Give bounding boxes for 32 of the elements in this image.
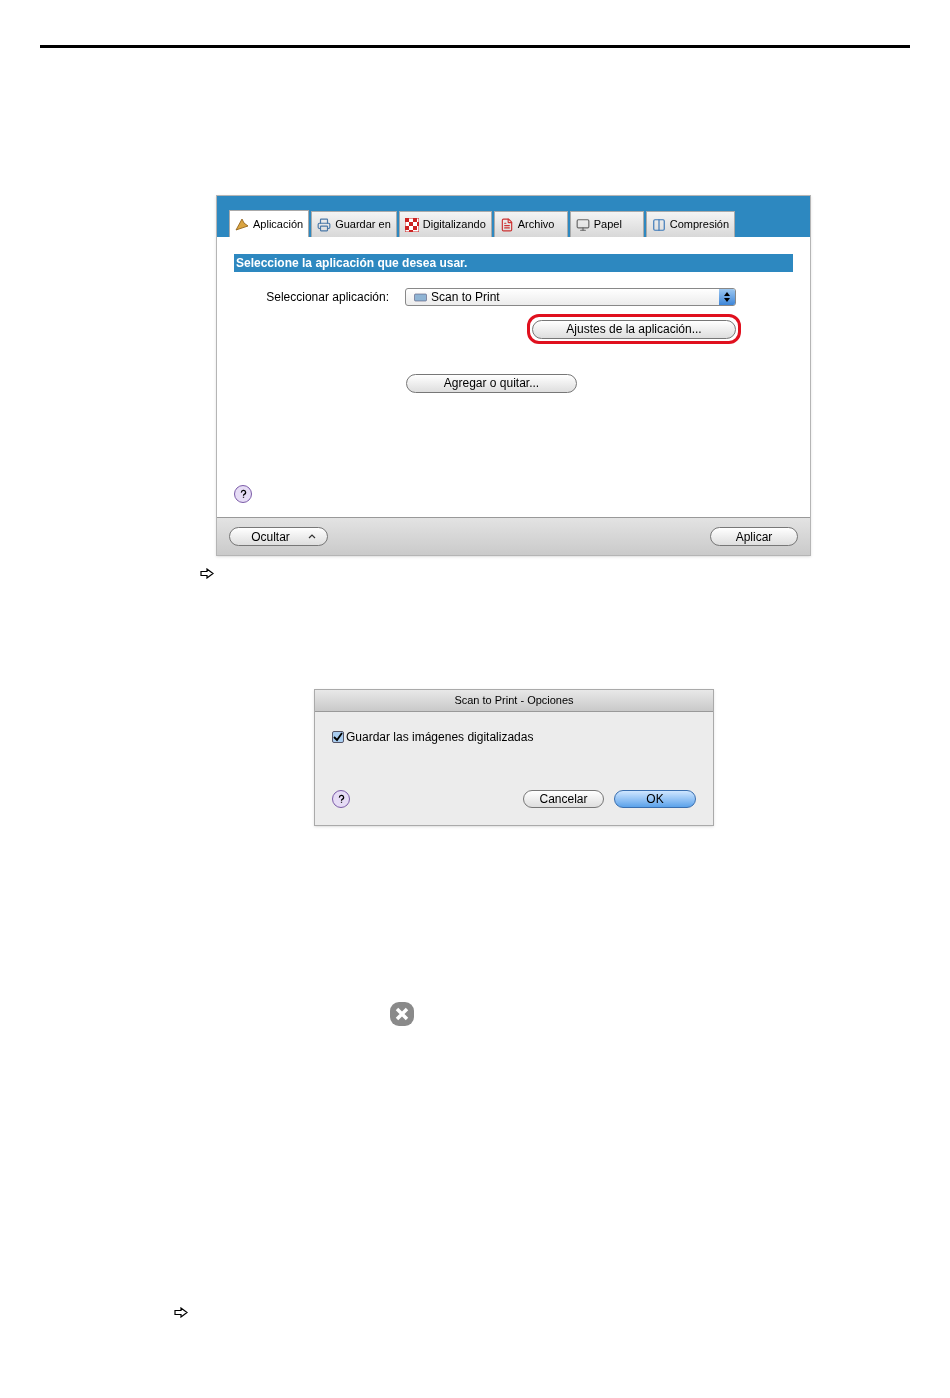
field-label: Seleccionar aplicación: — [265, 289, 390, 306]
tab[interactable]: Digitalizando — [398, 211, 492, 237]
tab[interactable]: Aplicación — [229, 210, 310, 237]
help-icon[interactable] — [234, 485, 252, 503]
monitor-icon — [575, 217, 590, 232]
tab[interactable]: Guardar en — [311, 211, 397, 237]
button[interactable]: OK — [614, 790, 696, 808]
checkbox-label: Guardar las imágenes digitalizadas — [346, 729, 534, 746]
pen-icon — [235, 217, 249, 231]
tab[interactable]: Papel — [569, 211, 644, 237]
application-select[interactable]: Scan to Print — [405, 288, 736, 306]
button[interactable]: Agregar o quitar... — [406, 373, 577, 393]
tab[interactable]: Compresión — [645, 211, 736, 237]
help-icon[interactable] — [332, 790, 350, 808]
checkbox[interactable] — [332, 731, 344, 743]
document-icon — [499, 217, 514, 232]
checkered-icon — [404, 217, 419, 232]
hide-button[interactable]: Ocultar — [229, 527, 328, 546]
window-title: Scan to Print - Opciones — [315, 690, 713, 712]
printer-icon — [317, 217, 332, 232]
arrow-icon — [200, 568, 214, 579]
section-header: Seleccione la aplicación que desea usar. — [234, 254, 793, 272]
tab[interactable]: Archivo — [493, 211, 568, 237]
button[interactable]: Ajustes de la aplicación... — [532, 319, 736, 339]
caret-icon — [307, 534, 316, 539]
arrow-icon — [174, 1307, 188, 1318]
close-icon — [389, 1001, 415, 1027]
stepper-icon — [719, 289, 735, 305]
columns-icon — [651, 217, 666, 232]
button[interactable]: Cancelar — [523, 790, 604, 808]
scanner-icon — [414, 292, 427, 302]
apply-button[interactable]: Aplicar — [710, 527, 798, 546]
